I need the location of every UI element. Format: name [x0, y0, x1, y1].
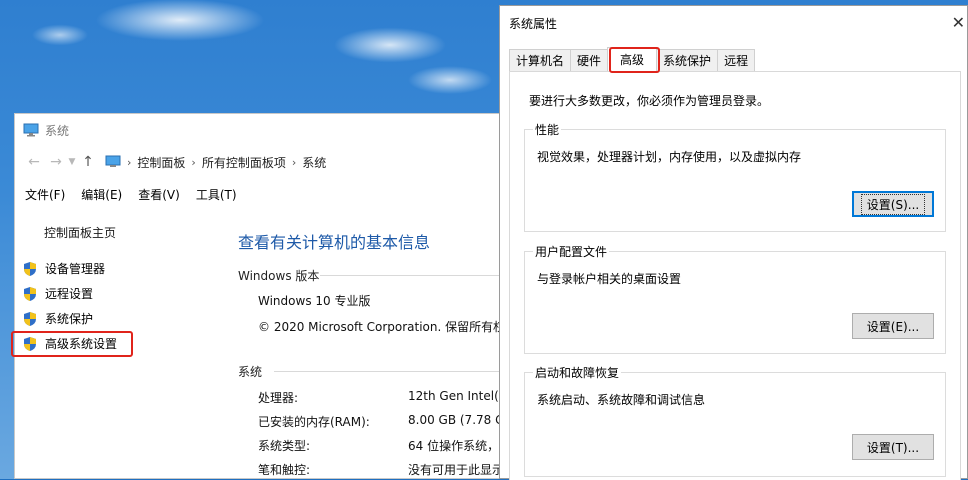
red-highlight-annotation [609, 47, 660, 73]
startup-recovery-settings-button[interactable]: 设置(T)... [852, 434, 934, 460]
dialog-title: 系统属性 [509, 16, 558, 31]
system-type-value: 64 位操作系统， [408, 439, 500, 453]
breadcrumb-control-panel[interactable]: 控制面板 [137, 154, 185, 171]
advanced-tab-panel: 要进行大多数更改，你必须作为管理员登录。 性能 视觉效果，处理器计划，内存使用，… [509, 71, 961, 480]
device-manager-label: 设备管理器 [45, 262, 106, 276]
window-title: 系统 [45, 123, 70, 138]
ram-value: 8.00 GB (7.78 G [408, 413, 505, 427]
pen-touch-key: 笔和触控: [258, 463, 311, 477]
breadcrumb-all-items[interactable]: 所有控制面板项 [202, 154, 286, 171]
startup-recovery-group-title: 启动和故障恢复 [533, 364, 622, 381]
windows-edition-value: Windows 10 专业版 [258, 294, 371, 308]
page-heading: 查看有关计算机的基本信息 [238, 233, 431, 252]
tab-remote[interactable]: 远程 [717, 49, 756, 71]
system-protection-link[interactable]: 系统保护 [23, 310, 93, 327]
user-profiles-group-title: 用户配置文件 [533, 243, 610, 260]
computer-icon [23, 123, 39, 137]
forward-arrow-icon[interactable]: → [45, 154, 67, 170]
user-profiles-settings-button[interactable]: 设置(E)... [852, 313, 934, 339]
close-icon[interactable]: ✕ [952, 13, 965, 32]
shield-icon [24, 311, 36, 326]
startup-recovery-desc: 系统启动、系统故障和调试信息 [537, 393, 706, 407]
performance-group-title: 性能 [533, 121, 562, 138]
performance-settings-button[interactable]: 设置(S)... [852, 191, 934, 217]
section-divider [274, 371, 524, 372]
user-profiles-desc: 与登录帐户相关的桌面设置 [537, 272, 682, 286]
performance-settings-label: 设置(S)... [860, 193, 926, 215]
chevron-right-icon: › [191, 155, 196, 169]
section-divider [320, 275, 520, 276]
admin-notice: 要进行大多数更改，你必须作为管理员登录。 [529, 94, 770, 108]
red-highlight-annotation [11, 331, 133, 357]
processor-key: 处理器: [258, 391, 299, 405]
system-type-key: 系统类型: [258, 439, 311, 453]
control-panel-icon [105, 155, 121, 167]
copyright-text: © 2020 Microsoft Corporation. 保留所有权 [258, 320, 506, 334]
system-protection-label: 系统保护 [45, 312, 94, 326]
startup-recovery-settings-label: 设置(T)... [866, 440, 920, 455]
menu-bar: 文件(F) 编辑(E) 查看(V) 工具(T) [15, 182, 513, 206]
shield-icon [24, 286, 36, 301]
pen-touch-value: 没有可用于此显示 [408, 463, 505, 477]
dialog-titlebar: 系统属性 ✕ [500, 6, 967, 40]
processor-value: 12th Gen Intel(R [408, 389, 508, 403]
tab-system-protection[interactable]: 系统保护 [656, 49, 719, 71]
user-profiles-group: 用户配置文件 与登录帐户相关的桌面设置 设置(E)... [524, 243, 946, 354]
breadcrumb-system[interactable]: 系统 [302, 154, 326, 171]
shield-icon [24, 261, 36, 276]
address-bar: ← → ▼ ↑ › 控制面板 › 所有控制面板项 › 系统 [15, 146, 513, 178]
startup-recovery-group: 启动和故障恢复 系统启动、系统故障和调试信息 设置(T)... [524, 364, 946, 477]
performance-desc: 视觉效果，处理器计划，内存使用，以及虚拟内存 [537, 150, 802, 164]
tab-hardware[interactable]: 硬件 [570, 49, 609, 71]
windows-edition-label: Windows 版本 [238, 269, 320, 283]
performance-group: 性能 视觉效果，处理器计划，内存使用，以及虚拟内存 设置(S)... [524, 121, 946, 232]
menu-edit[interactable]: 编辑(E) [81, 186, 122, 203]
up-arrow-icon[interactable]: ↑ [77, 154, 99, 170]
chevron-right-icon: › [127, 155, 132, 169]
menu-tools[interactable]: 工具(T) [196, 186, 237, 203]
menu-view[interactable]: 查看(V) [138, 186, 180, 203]
remote-settings-link[interactable]: 远程设置 [23, 285, 93, 302]
chevron-right-icon: › [291, 155, 297, 169]
menu-file[interactable]: 文件(F) [25, 186, 65, 203]
back-arrow-icon[interactable]: ← [23, 154, 45, 170]
system-properties-dialog: 系统属性 ✕ 计算机名 硬件 高级 系统保护 远程 要进行大多数更改，你必须作为… [499, 5, 968, 480]
remote-settings-label: 远程设置 [45, 287, 94, 301]
device-manager-link[interactable]: 设备管理器 [23, 260, 105, 277]
system-titlebar: 系统 [15, 114, 513, 146]
system-window: 系统 ← → ▼ ↑ › 控制面板 › 所有控制面板项 › 系统 文件(F) 编… [11, 113, 524, 479]
user-profiles-settings-label: 设置(E)... [866, 319, 920, 334]
system-section-label: 系统 [238, 365, 263, 379]
control-panel-home-link[interactable]: 控制面板主页 [44, 224, 116, 241]
dropdown-chevron-icon[interactable]: ▼ [67, 157, 77, 167]
tab-computer-name[interactable]: 计算机名 [509, 49, 572, 71]
ram-key: 已安装的内存(RAM): [258, 415, 370, 429]
